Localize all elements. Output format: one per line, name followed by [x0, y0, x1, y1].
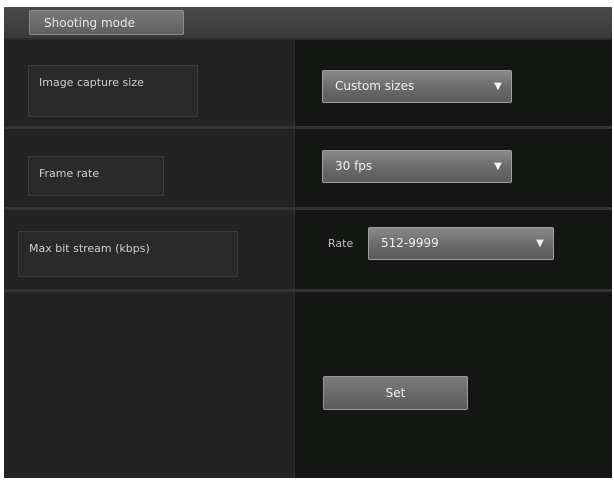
row-divider [4, 207, 612, 210]
tab-shooting-mode[interactable]: Shooting mode [29, 10, 184, 35]
select-value: 30 fps [335, 159, 373, 173]
select-value: Custom sizes [335, 79, 415, 93]
frame-rate-label: Frame rate [28, 156, 164, 196]
select-value: 512-9999 [381, 236, 439, 250]
row-divider [4, 289, 612, 292]
row-divider [4, 126, 612, 129]
max-bit-stream-select[interactable]: 512-9999 ▼ [368, 227, 554, 260]
row-label: Image capture size [39, 76, 144, 89]
chevron-down-icon: ▼ [494, 81, 502, 92]
chevron-down-icon: ▼ [536, 238, 544, 249]
max-bit-stream-label: Max bit stream (kbps) [18, 231, 238, 277]
settings-window: Shooting mode Image capture size Custom … [4, 7, 612, 478]
row-label: Frame rate [39, 167, 100, 180]
frame-rate-select[interactable]: 30 fps ▼ [322, 150, 512, 183]
chevron-down-icon: ▼ [494, 161, 502, 172]
rate-label: Rate [328, 237, 354, 250]
row-label: Max bit stream (kbps) [29, 242, 150, 255]
title-bar: Shooting mode [4, 7, 612, 40]
set-button[interactable]: Set [323, 376, 468, 410]
image-capture-size-label: Image capture size [28, 65, 198, 117]
image-capture-size-select[interactable]: Custom sizes ▼ [322, 70, 512, 103]
